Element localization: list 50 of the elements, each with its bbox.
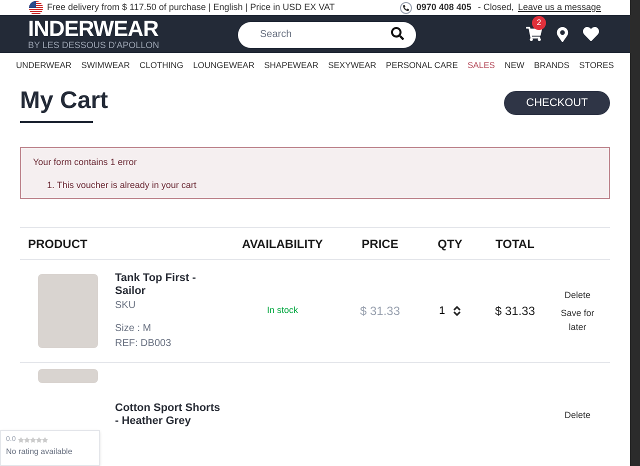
checkout-button[interactable]: CHECKOUT bbox=[504, 91, 610, 115]
flag-icon bbox=[29, 0, 43, 15]
promo-text: Free delivery from $ 117.50 of purchase | English | Price in USD EX VAT bbox=[47, 0, 335, 14]
nav-link[interactable]: PERSONAL CARE bbox=[386, 58, 458, 72]
nav-link[interactable]: CLOTHING bbox=[140, 58, 184, 72]
search-field[interactable]: Search bbox=[238, 22, 416, 48]
cart-action-link[interactable]: Delete bbox=[558, 288, 598, 302]
nav-link[interactable]: SALES bbox=[468, 58, 495, 72]
nav-link[interactable]: SEXYWEAR bbox=[328, 58, 376, 72]
nav-link[interactable]: LOUNGEWEAR bbox=[193, 58, 254, 72]
error-message: 1. This voucher is already in your cart bbox=[46, 178, 198, 192]
cart-action-link[interactable]: Delete bbox=[558, 408, 598, 422]
quantity-value[interactable]: 1 bbox=[438, 302, 446, 320]
product-name[interactable]: Tank Top First - Sailor bbox=[115, 272, 225, 298]
unit-price: $ 31.33 bbox=[360, 303, 400, 320]
store-status: - Closed, bbox=[476, 0, 514, 14]
line-total: $ 31.33 bbox=[494, 303, 536, 320]
heart-icon[interactable] bbox=[583, 26, 599, 42]
nav-link[interactable]: SWIMWEAR bbox=[81, 58, 130, 72]
error-title: Your form contains 1 error bbox=[33, 156, 138, 169]
page-title: My Cart bbox=[20, 86, 108, 116]
column-header: AVAILABILITY bbox=[241, 236, 324, 252]
nav-link[interactable]: BRANDS bbox=[534, 58, 570, 72]
phone-number: 0970 408 405 bbox=[416, 0, 472, 14]
column-header: PRODUCT bbox=[27, 236, 88, 252]
quantity-stepper-icon[interactable] bbox=[453, 305, 462, 317]
product-name[interactable]: Cotton Sport Shorts - Heather Grey bbox=[115, 402, 225, 428]
column-header: QTY bbox=[436, 236, 464, 252]
message-link[interactable]: Leave us a message bbox=[518, 0, 601, 14]
cart-icon[interactable] bbox=[526, 26, 542, 42]
product-sku: SKU bbox=[115, 298, 137, 312]
nav-link[interactable]: NEW bbox=[504, 58, 524, 72]
availability-text: In stock bbox=[266, 304, 298, 318]
scrollbar[interactable] bbox=[630, 0, 640, 466]
product-size: Size : M bbox=[115, 322, 152, 336]
nav-link[interactable]: STORES bbox=[579, 58, 614, 72]
logo-subtitle: BY LES DESSOUS D'APOLLON bbox=[28, 40, 160, 50]
rating-stars-icon bbox=[18, 437, 48, 444]
column-header: TOTAL bbox=[494, 236, 536, 252]
phone-icon bbox=[400, 2, 412, 14]
cart-count-badge: 2 bbox=[532, 16, 546, 30]
nav-link[interactable]: UNDERWEAR bbox=[16, 58, 72, 72]
search-icon[interactable] bbox=[391, 27, 404, 40]
logo-text[interactable]: INDERWEAR bbox=[28, 18, 238, 40]
rating-text: No rating available bbox=[6, 446, 74, 458]
nav-link[interactable]: SHAPEWEAR bbox=[264, 58, 318, 72]
cart-action-link[interactable]: Save for later bbox=[558, 306, 598, 334]
map-pin-icon[interactable] bbox=[555, 26, 570, 42]
product-ref: REF: DB003 bbox=[115, 336, 172, 350]
column-header: PRICE bbox=[360, 236, 400, 252]
